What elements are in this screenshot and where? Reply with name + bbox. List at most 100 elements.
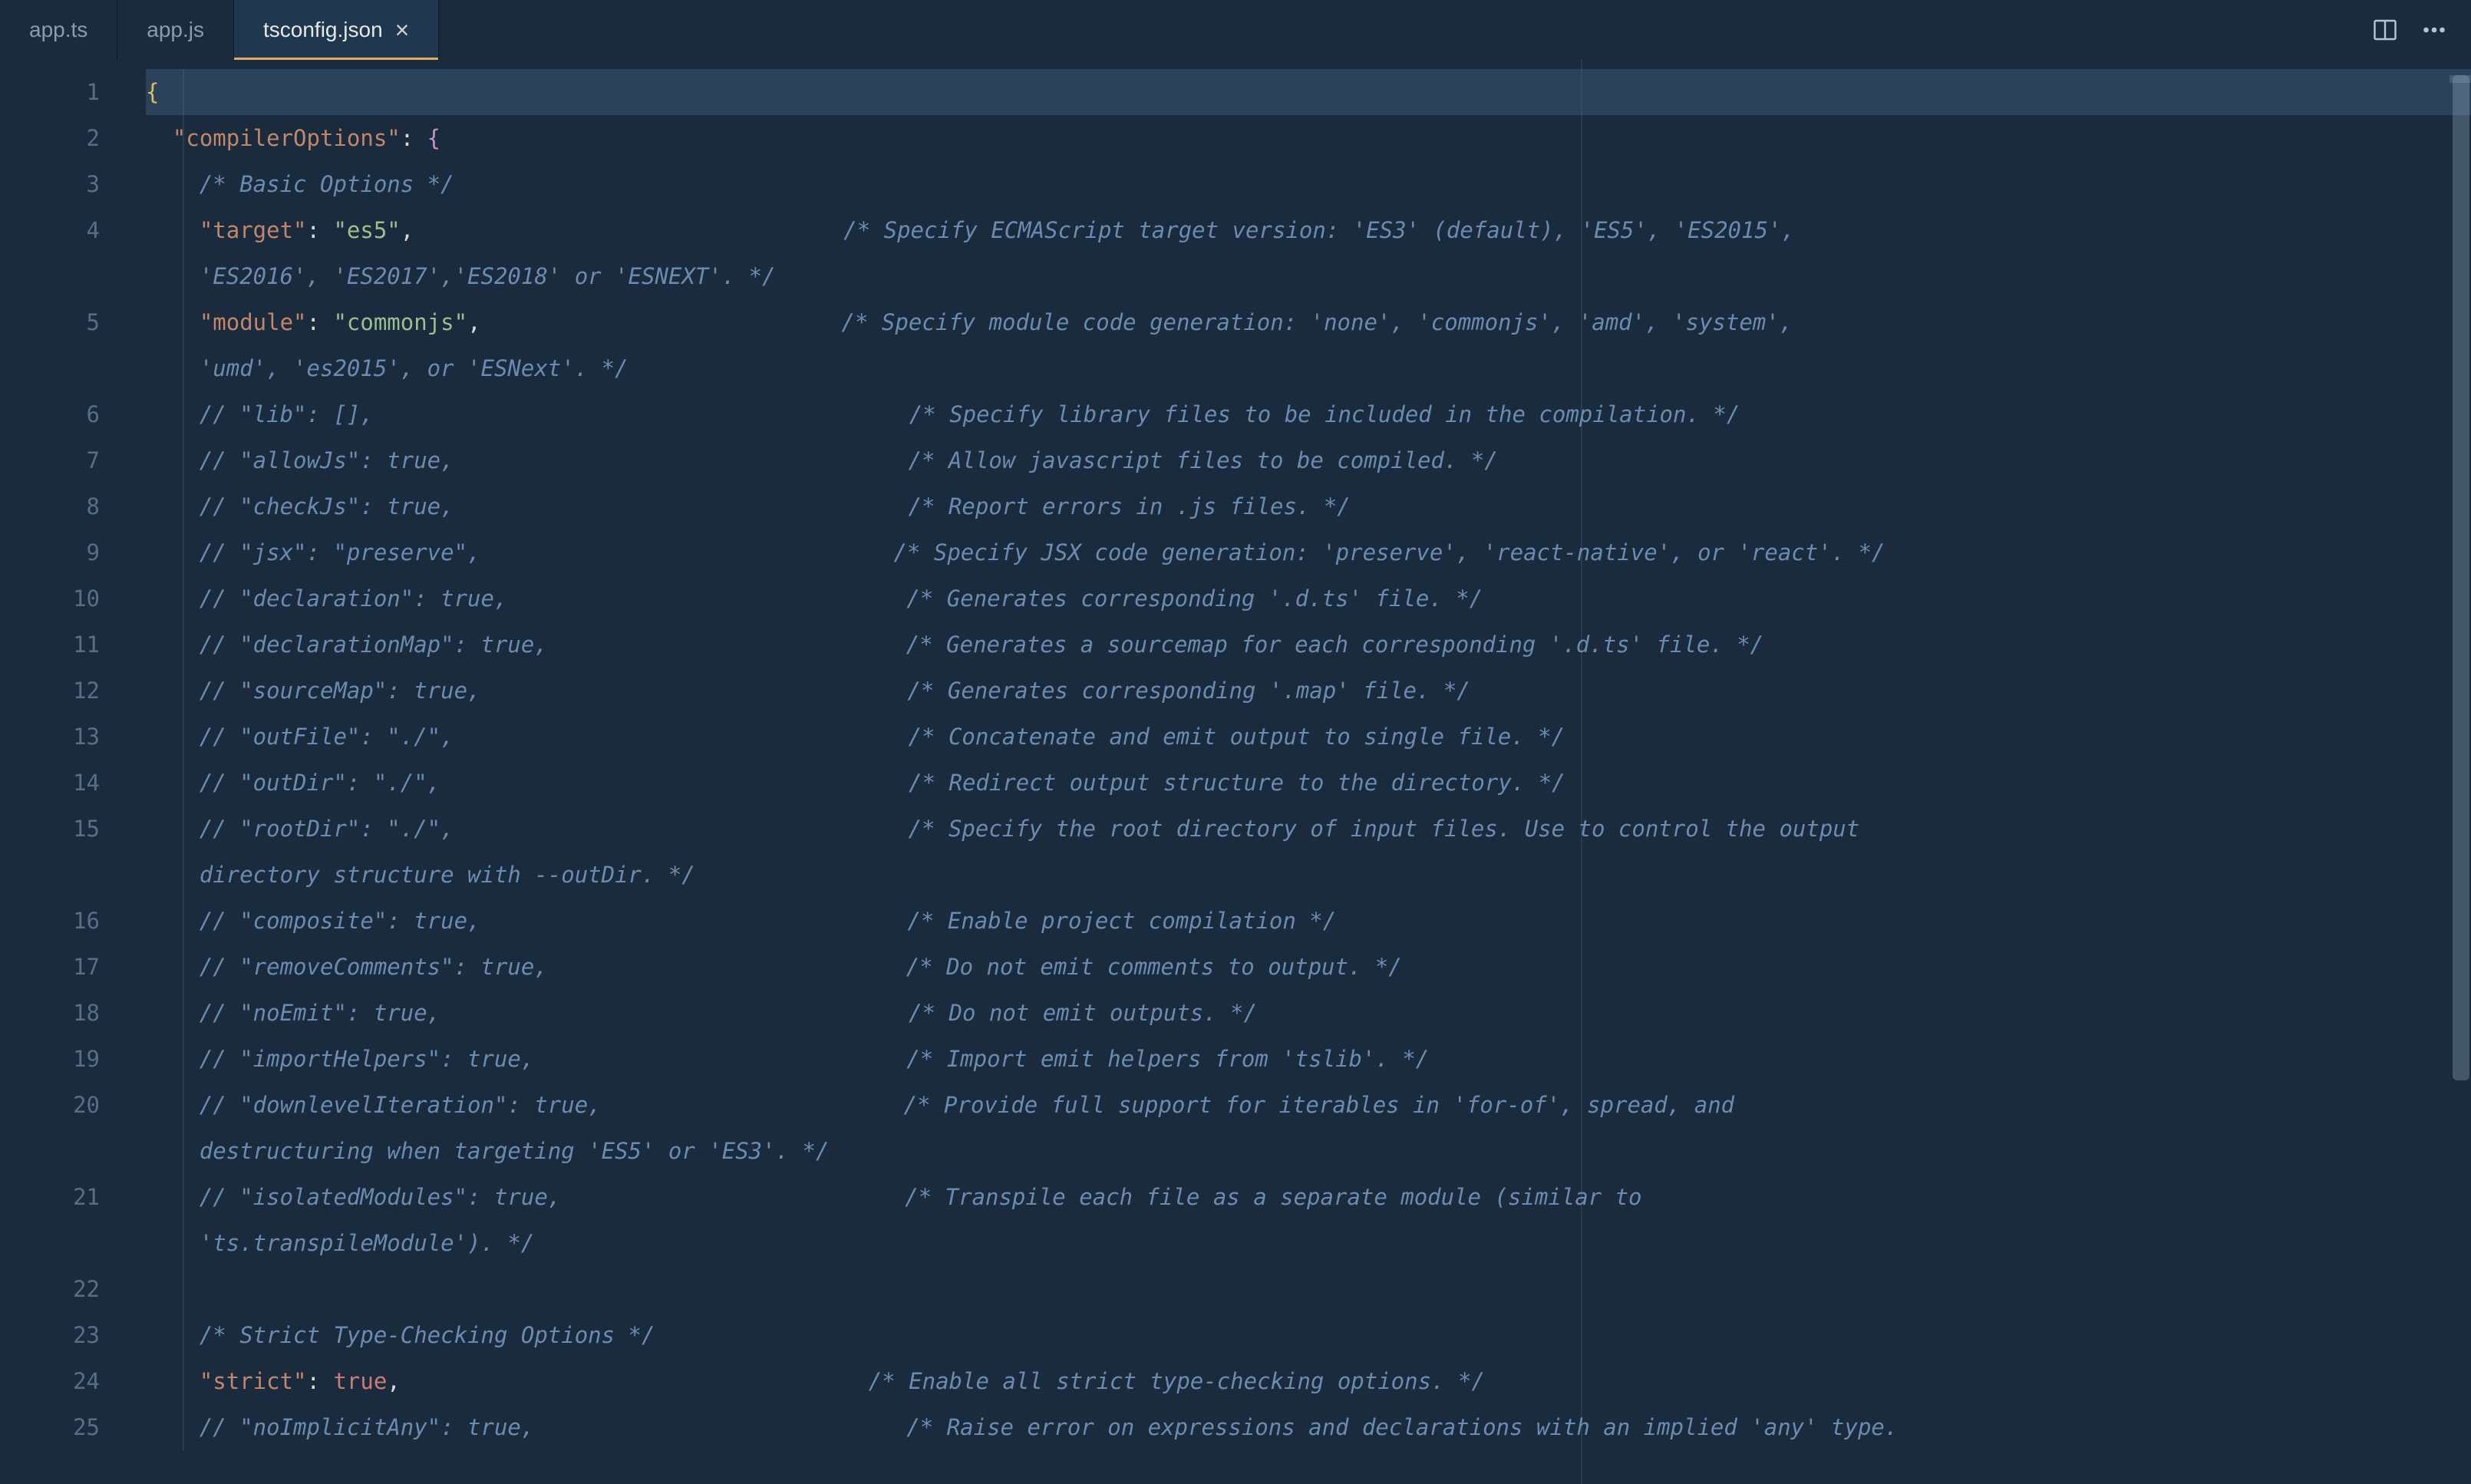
comment: // "downlevelIteration": true, (200, 1092, 602, 1118)
tab-bar: app.ts app.js tsconfig.json × (0, 0, 2471, 60)
comment: // "composite": true, (200, 908, 481, 934)
comment: // "declaration": true, (200, 585, 508, 612)
comment: // "outFile": "./", (200, 724, 454, 750)
code-line[interactable]: // "outFile": "./",/* Concatenate and em… (146, 714, 2471, 760)
comment: /* Specify module code generation: 'none… (842, 309, 1806, 335)
comment: /* Strict Type-Checking Options */ (200, 1322, 655, 1348)
tab-app-ts[interactable]: app.ts (0, 0, 117, 60)
line-number: 23 (0, 1312, 146, 1358)
code-line[interactable]: "target": "es5",/* Specify ECMAScript ta… (146, 207, 2471, 253)
code-line[interactable]: // "isolatedModules": true,/* Transpile … (146, 1174, 2471, 1220)
code-line-wrap[interactable]: 'umd', 'es2015', or 'ESNext'. */ (146, 345, 2471, 391)
tab-app-js[interactable]: app.js (117, 0, 234, 60)
tab-label: app.ts (29, 18, 87, 42)
comment: // "removeComments": true, (200, 954, 548, 980)
code-line-wrap[interactable]: 'ts.transpileModule'). */ (146, 1220, 2471, 1266)
code-line[interactable]: // "removeComments": true,/* Do not emit… (146, 944, 2471, 990)
code-line-wrap[interactable]: 'ES2016', 'ES2017','ES2018' or 'ESNEXT'.… (146, 253, 2471, 299)
tab-tsconfig-json[interactable]: tsconfig.json × (234, 0, 439, 60)
comment: // "isolatedModules": true, (200, 1184, 561, 1210)
line-number: 2 (0, 115, 146, 161)
code-line[interactable]: // "declarationMap": true,/* Generates a… (146, 622, 2471, 668)
code-line[interactable]: // "lib": [],/* Specify library files to… (146, 391, 2471, 437)
scrollbar-thumb[interactable] (2453, 75, 2469, 1080)
close-icon[interactable]: × (395, 18, 410, 42)
code-line[interactable]: // "composite": true, /* Enable project c… (146, 898, 2471, 944)
comment: /* Specify the root directory of input f… (909, 816, 1873, 842)
comment: /* Specify library files to be included … (909, 401, 1740, 427)
code-line[interactable]: // "declaration": true, /* Generates corr… (146, 575, 2471, 622)
json-key: "target" (200, 217, 307, 243)
json-key: "module" (200, 309, 307, 335)
line-number (0, 1220, 146, 1266)
line-number: 9 (0, 529, 146, 575)
brace-open: { (146, 79, 159, 105)
line-number (0, 253, 146, 299)
comment: // "rootDir": "./", (200, 816, 454, 842)
line-number: 20 (0, 1082, 146, 1128)
tabs-container: app.ts app.js tsconfig.json × (0, 0, 2348, 60)
brace-open: { (427, 125, 440, 151)
comment: // "sourceMap": true, (200, 678, 481, 704)
line-number: 18 (0, 990, 146, 1036)
editor-actions (2348, 0, 2471, 60)
vertical-scrollbar[interactable] (2450, 60, 2471, 1484)
code-line[interactable]: // "importHelpers": true,/* Import emit … (146, 1036, 2471, 1082)
code-line[interactable]: // "checkJs": true,/* Report errors in .… (146, 483, 2471, 529)
comment: /* Basic Options */ (200, 171, 454, 197)
line-number: 10 (0, 575, 146, 622)
json-string: "commonjs" (333, 309, 467, 335)
comment: /* Enable project compilation */ (908, 908, 1337, 934)
comment: // "checkJs": true, (200, 493, 454, 519)
editor[interactable]: 1234567891011121314151617181920212223242… (0, 60, 2471, 1484)
comment: // "importHelpers": true, (200, 1046, 535, 1072)
json-key: "strict" (200, 1368, 307, 1394)
comment: /* Generates corresponding '.d.ts' file.… (906, 585, 1483, 612)
code-line-wrap[interactable]: destructuring when targeting 'ES5' or 'E… (146, 1128, 2471, 1174)
line-number: 21 (0, 1174, 146, 1220)
code-line[interactable]: // "jsx": "preserve", /* Specify JSX code… (146, 529, 2471, 575)
code-line[interactable]: // "sourceMap": true, /* Generates corres… (146, 668, 2471, 714)
comment: /* Generates corresponding '.map' file. … (908, 678, 1470, 704)
line-number: 4 (0, 207, 146, 253)
code-line[interactable]: "compilerOptions": { (146, 115, 2471, 161)
comment: /* Specify ECMAScript target version: 'E… (843, 217, 1808, 243)
code-line[interactable]: // "downlevelIteration": true,/* Provide… (146, 1082, 2471, 1128)
comment: /* Specify JSX code generation: 'preserv… (894, 539, 1885, 566)
line-number: 24 (0, 1358, 146, 1404)
code-line[interactable]: /* Strict Type-Checking Options */ (146, 1312, 2471, 1358)
line-number: 11 (0, 622, 146, 668)
line-number: 3 (0, 161, 146, 207)
line-number: 13 (0, 714, 146, 760)
code-line[interactable]: { (146, 69, 2471, 115)
tab-label: tsconfig.json (263, 18, 383, 42)
tab-label: app.js (147, 18, 204, 42)
code-line[interactable]: /* Basic Options */ (146, 161, 2471, 207)
code-line[interactable]: // "outDir": "./",/* Redirect output str… (146, 760, 2471, 806)
code-line[interactable]: "strict": true,/* Enable all strict type… (146, 1358, 2471, 1404)
comment: // "noEmit": true, (200, 1000, 440, 1026)
line-number (0, 345, 146, 391)
code-content[interactable]: { "compilerOptions": { /* Basic Options … (146, 60, 2471, 1484)
more-actions-icon[interactable] (2420, 16, 2448, 44)
comment: 'ES2016', 'ES2017','ES2018' or 'ESNEXT'.… (200, 263, 776, 289)
split-editor-icon[interactable] (2371, 16, 2399, 44)
comment: // "jsx": "preserve", (200, 539, 481, 566)
line-number: 25 (0, 1404, 146, 1450)
line-number (0, 852, 146, 898)
code-line[interactable]: "module": "commonjs",/* Specify module c… (146, 299, 2471, 345)
line-number: 15 (0, 806, 146, 852)
json-bool: true (333, 1368, 387, 1394)
code-line[interactable]: // "rootDir": "./", /* Specify the root d… (146, 806, 2471, 852)
comment: /* Redirect output structure to the dire… (909, 770, 1565, 796)
comment: /* Generates a sourcemap for each corres… (906, 632, 1763, 658)
code-line[interactable]: // "noEmit": true, /* Do not emit outputs… (146, 990, 2471, 1036)
json-string: "es5" (333, 217, 400, 243)
code-line[interactable]: // "allowJs": true,/* Allow javascript f… (146, 437, 2471, 483)
line-number: 19 (0, 1036, 146, 1082)
line-number: 12 (0, 668, 146, 714)
code-line[interactable]: // "noImplicitAny": true,/* Raise error … (146, 1404, 2471, 1450)
code-line[interactable] (146, 1266, 2471, 1312)
comment: /* Do not emit outputs. */ (909, 1000, 1257, 1026)
code-line-wrap[interactable]: directory structure with --outDir. */ (146, 852, 2471, 898)
